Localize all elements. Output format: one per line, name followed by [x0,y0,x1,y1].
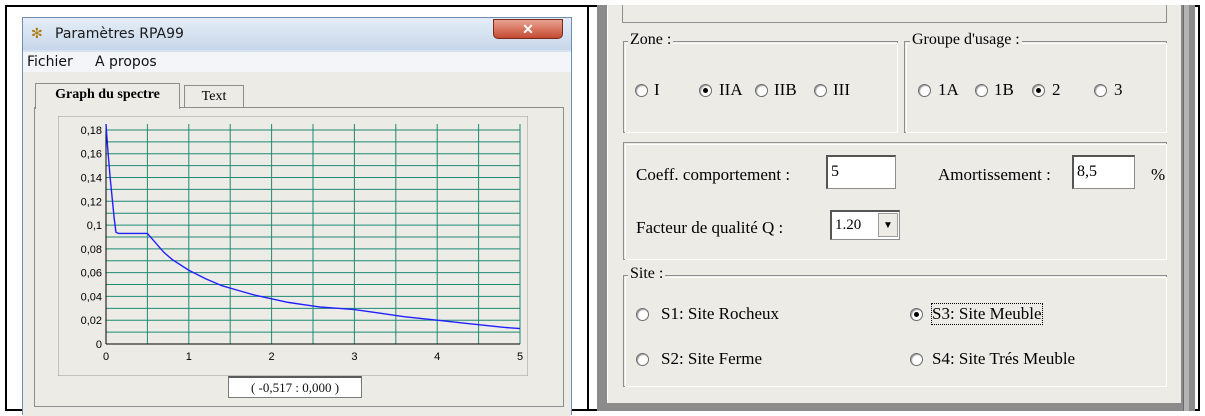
site-option-s2[interactable]: S2: Site Ferme [661,349,762,369]
site-radio-s2[interactable] [636,353,649,366]
zone-radio-i[interactable] [635,84,648,97]
tab-text[interactable]: Text [184,85,244,109]
y-tick-label: 0 [96,339,102,351]
menu-item-a-propos[interactable]: A propos [95,54,157,70]
x-tick-label: 4 [434,351,440,363]
groupe-radio-3[interactable] [1094,84,1107,97]
rpa-window-settings: Zone : I IIA IIB III Groupe d'usage : 1A… [597,5,1195,411]
x-tick-label: 2 [269,351,275,363]
groupe-option-1a[interactable]: 1A [938,80,959,100]
gear-icon: ✻ [31,25,43,41]
facteur-label: Facteur de qualité Q : [636,218,784,237]
menu-bar: Fichier A propos [23,52,571,72]
groupe-radio-2[interactable] [1032,84,1045,97]
coeff-input[interactable]: 5 [826,155,896,189]
y-tick-label: 0,14 [81,173,102,185]
x-tick-label: 3 [351,351,357,363]
amort-label: Amortissement : [938,165,1051,184]
y-tick-label: 0,18 [81,125,102,137]
y-tick-label: 0,08 [81,244,102,256]
zone-radio-iii[interactable] [814,84,827,97]
tab-graph[interactable]: Graph du spectre [35,83,180,109]
zone-radio-iib[interactable] [755,84,768,97]
amort-unit: % [1151,165,1166,184]
site-option-s3[interactable]: S3: Site Meuble [931,303,1043,325]
groupe-radio-1b[interactable] [975,84,988,97]
site-radio-s1[interactable] [636,308,649,321]
chevron-down-icon[interactable]: ▼ [878,213,898,237]
y-tick-label: 0,02 [81,315,102,327]
site-group [623,275,1167,387]
title-bar[interactable]: ✻ Paramètres RPA99 ✕ [23,18,571,50]
window-edge [1183,5,1189,411]
coordinate-readout: ( -0,517 : 0,000 ) [228,376,362,398]
zone-radio-iia[interactable] [699,84,712,97]
top-groupbox-edge [622,5,1167,23]
panel-divider [587,5,589,411]
y-tick-label: 0,04 [81,291,102,303]
coeff-label: Coeff. comportement : [636,165,791,184]
zone-option-iia[interactable]: IIA [719,80,743,100]
y-tick-label: 0,06 [81,268,102,280]
y-tick-label: 0,1 [87,220,102,232]
groupe-radio-1a[interactable] [918,84,931,97]
facteur-select[interactable]: 1.20 ▼ [830,210,900,240]
groupe-label: Groupe d'usage : [910,31,1022,49]
site-label: Site : [628,265,666,283]
site-option-s4[interactable]: S4: Site Trés Meuble [932,349,1075,369]
y-tick-label: 0,12 [81,196,102,208]
groupe-option-2[interactable]: 2 [1052,80,1061,100]
x-tick-label: 0 [103,351,109,363]
window-title: Paramètres RPA99 [55,26,184,42]
facteur-value: 1.20 [835,217,862,233]
zone-label: Zone : [628,31,674,49]
groupe-option-3[interactable]: 3 [1114,80,1123,100]
y-tick-label: 0,16 [81,149,102,161]
amort-input[interactable]: 8,5 [1072,155,1135,189]
menu-item-fichier[interactable]: Fichier [27,54,73,70]
zone-option-iii[interactable]: III [833,80,850,100]
site-radio-s4[interactable] [910,353,923,366]
site-radio-s3[interactable] [910,308,923,321]
spectrum-chart[interactable]: 0 0,02 0,04 0,06 0,08 0,1 0,12 0,14 0,16 0,18 0 1 2 3… [58,116,528,376]
site-option-s1[interactable]: S1: Site Rocheux [661,304,779,324]
settings-panel: Zone : I IIA IIB III Groupe d'usage : 1A… [607,5,1181,403]
close-button[interactable]: ✕ [493,19,563,39]
groupe-option-1b[interactable]: 1B [994,80,1014,100]
zone-option-i[interactable]: I [654,80,660,100]
zone-option-iib[interactable]: IIB [774,80,797,100]
x-tick-label: 1 [186,351,192,363]
x-tick-label: 5 [517,351,523,363]
